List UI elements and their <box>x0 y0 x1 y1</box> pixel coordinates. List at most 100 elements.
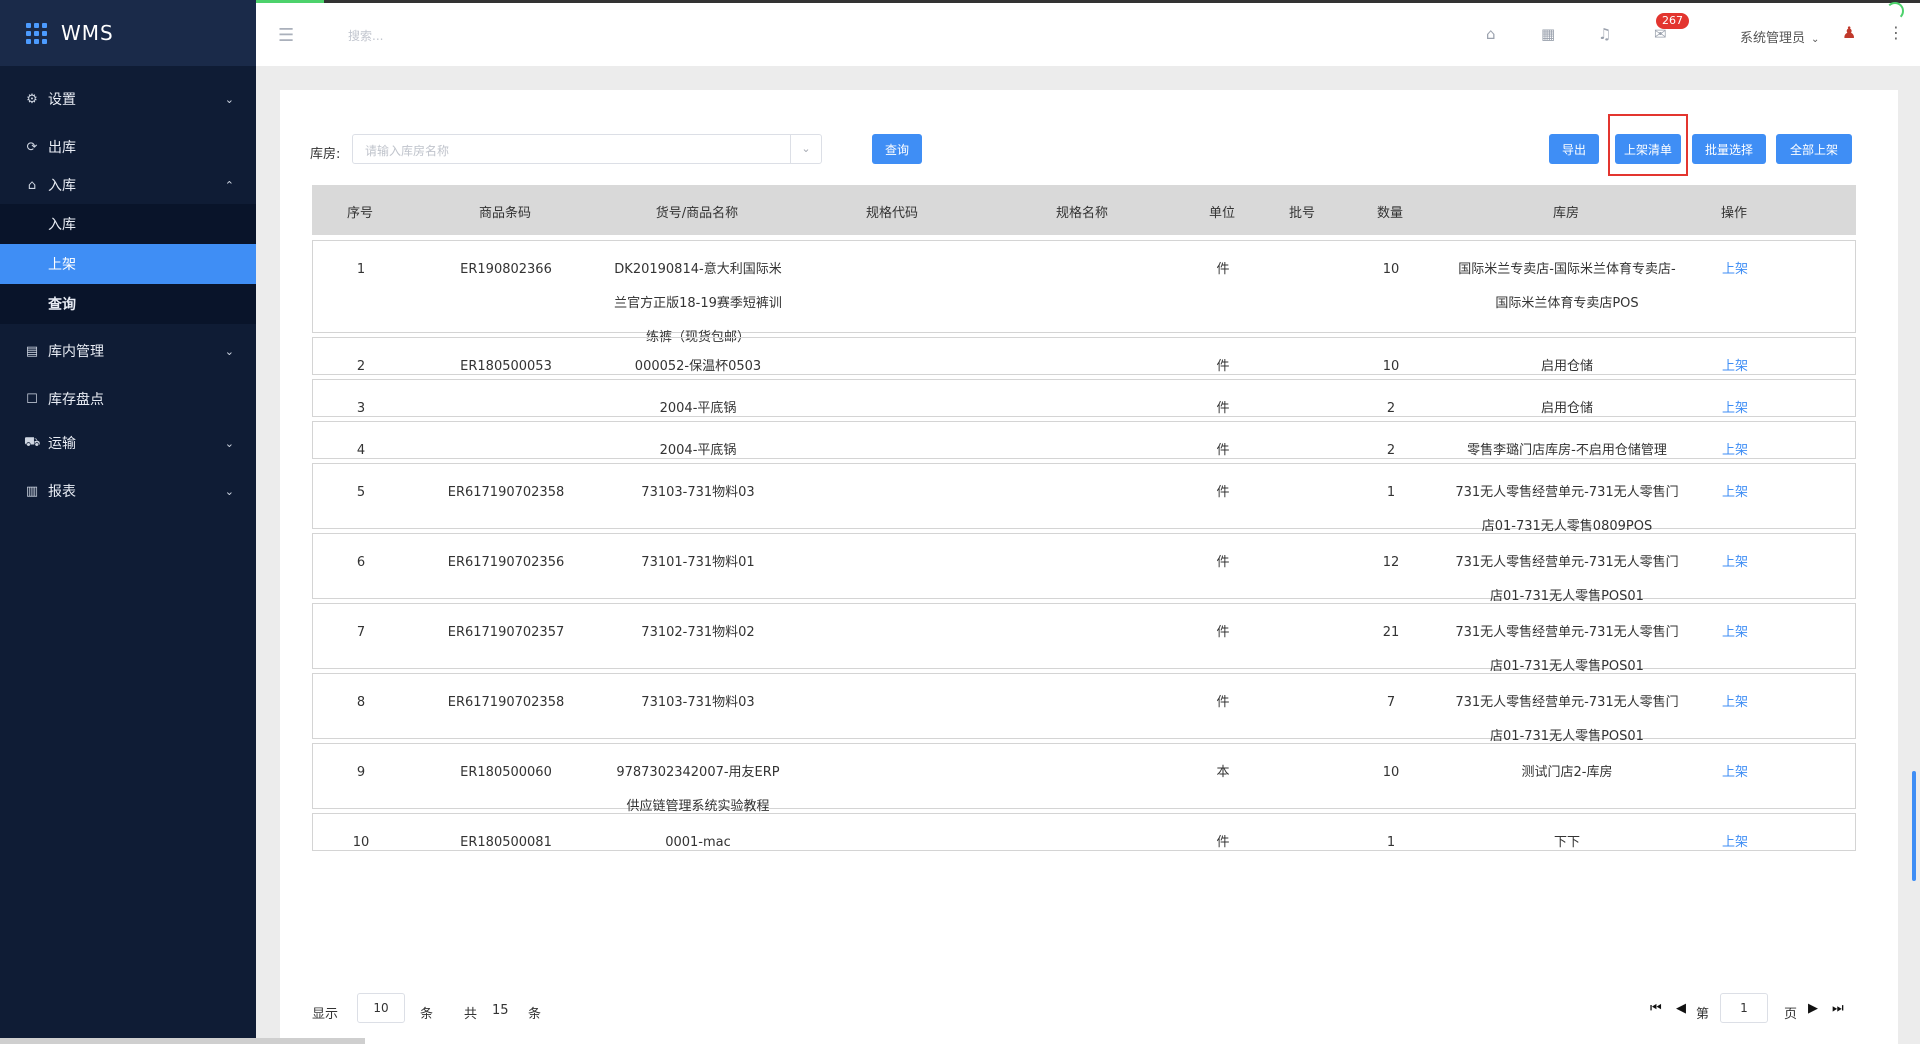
shelve-all-button[interactable]: 全部上架 <box>1776 134 1852 164</box>
export-button[interactable]: 导出 <box>1549 134 1599 164</box>
avatar[interactable]: ♟ <box>1842 23 1856 42</box>
cell-no: 6 <box>356 555 366 570</box>
scrollbar-thumb[interactable] <box>1912 771 1916 881</box>
sidebar-item-inbound[interactable]: ⌂ 入库 ⌃ <box>0 166 256 204</box>
cell-name: 73102-731物料02 <box>641 625 755 640</box>
total-unit: 条 <box>528 1007 542 1022</box>
user-menu[interactable]: 系统管理员 ⌄ <box>1740 27 1819 46</box>
home-icon[interactable]: ⌂ <box>1486 25 1496 43</box>
page-size-input[interactable]: 10 <box>357 993 405 1023</box>
cell-barcode: ER180500060 <box>460 765 552 780</box>
cell-no: 9 <box>356 765 366 780</box>
cell-name: 73101-731物料01 <box>641 555 755 570</box>
cell-barcode: ER617190702357 <box>447 625 565 640</box>
loading-spinner-icon <box>1886 2 1904 20</box>
bar-chart-icon: ▥ <box>25 483 39 499</box>
export-icon: ⟳ <box>26 139 38 155</box>
sidebar-item-label: 库内管理 <box>48 344 104 360</box>
more-vertical-icon[interactable]: ⋮ <box>1888 23 1904 42</box>
grid-icon[interactable]: ▦ <box>1541 25 1555 43</box>
table-row: 2 ER180500053 000052-保温杯0503 件 10 启用仓储 上架 <box>312 337 1856 375</box>
table-row: 6 ER617190702356 73101-731物料01 件 12 731无人零售经营… <box>312 533 1856 604</box>
cell-unit: 件 <box>1216 262 1230 277</box>
cell-qty: 12 <box>1382 555 1400 570</box>
cell-barcode: ER617190702358 <box>447 695 565 710</box>
total-label: 共 <box>464 1007 478 1022</box>
sidebar-item-label: 出库 <box>48 140 76 156</box>
col-header-qty: 数量 <box>1376 206 1403 221</box>
warehouse-select[interactable]: 请输入库房名称 ⌄ <box>352 134 822 164</box>
highlight-box <box>1608 114 1688 176</box>
cell-name: 73103-731物料03 <box>641 695 755 710</box>
page-size-unit: 条 <box>420 1007 434 1022</box>
sidebar-item-label: 报表 <box>48 484 76 500</box>
query-button[interactable]: 查询 <box>872 134 922 164</box>
cell-no: 5 <box>356 485 366 500</box>
cell-qty: 21 <box>1382 625 1400 640</box>
col-header-batch: 批号 <box>1288 206 1315 221</box>
last-page-icon[interactable]: ⏭ <box>1832 1001 1844 1016</box>
warehouse-icon: ▤ <box>25 343 39 359</box>
chevron-up-icon: ⌃ <box>224 178 234 192</box>
cell-name: 0001-mac <box>665 835 731 850</box>
table-row: 5 ER617190702358 73103-731物料03 件 1 731无人零售经营单… <box>312 463 1856 534</box>
page-unit: 页 <box>1784 1007 1798 1022</box>
logo[interactable]: WMS <box>0 0 256 66</box>
shelve-link[interactable]: 上架 <box>1685 686 1785 720</box>
col-header-spec-code: 规格代码 <box>865 206 918 221</box>
sidebar-item-label: 入库 <box>48 178 76 194</box>
table-row: 10 ER180500081 0001-mac 件 1 下下 上架 <box>312 813 1856 851</box>
page-number-input[interactable]: 1 <box>1720 993 1768 1023</box>
chevron-down-icon[interactable]: ⌄ <box>790 135 821 163</box>
shelve-link[interactable]: 上架 <box>1685 546 1785 580</box>
cell-no: 8 <box>356 695 366 710</box>
pagination: 显示 10 条 共 15 条 ⏮ ◀ 第 1 页 ▶ ⏭ <box>312 987 1856 1037</box>
col-header-spec-name: 规格名称 <box>1055 206 1108 221</box>
sidebar-subitem-shelve[interactable]: 上架 <box>0 244 256 284</box>
page-size-label: 显示 <box>312 1007 339 1022</box>
cell-unit: 本 <box>1216 765 1230 780</box>
content-card: 库房: 请输入库房名称 ⌄ 查询 导出 上架清单 批量选择 全部上架 序号 商品… <box>280 90 1898 1044</box>
gear-icon: ⚙ <box>26 91 38 107</box>
first-page-icon[interactable]: ⏮ <box>1650 1001 1662 1016</box>
prev-page-icon[interactable]: ◀ <box>1676 1001 1686 1016</box>
sidebar-subitem-query[interactable]: 查询 <box>0 284 256 324</box>
sidebar-item-transport[interactable]: ⛟ 运输 ⌄ <box>0 424 256 462</box>
table-row: 4 2004-平底锅件 2 零售李璐门店库房-不启用仓储管理 上架 <box>312 421 1856 459</box>
horizontal-scrollbar[interactable] <box>0 1038 365 1044</box>
menu-toggle-icon[interactable]: ☰ <box>278 25 294 46</box>
cell-no: 1 <box>356 262 366 277</box>
table-row: 9 ER180500060 9787302342007-用友ERP供应链管理系统实验… <box>312 743 1856 814</box>
sidebar-subitem-inbound[interactable]: 入库 <box>0 204 256 244</box>
top-header: ☰ 搜索... ⌂ ▦ ♫ ✉ 267 系统管理员 ⌄ ♟ ⋮ <box>256 0 1920 66</box>
shelve-link[interactable]: 上架 <box>1685 826 1785 860</box>
apps-grid-icon <box>26 22 47 44</box>
search-input[interactable]: 搜索... <box>348 27 383 44</box>
total-count: 15 <box>492 1003 509 1018</box>
shelve-link[interactable]: 上架 <box>1685 616 1785 650</box>
sidebar-item-outbound[interactable]: ⟳ 出库 <box>0 128 256 166</box>
cell-barcode: ER617190702358 <box>447 485 565 500</box>
cell-barcode: ER190802366 <box>460 262 552 277</box>
shelve-link[interactable]: 上架 <box>1685 756 1785 790</box>
shelve-link[interactable]: 上架 <box>1685 476 1785 510</box>
chevron-down-icon: ⌄ <box>224 436 234 450</box>
cell-unit: 件 <box>1216 835 1230 850</box>
sidebar-item-stocktake[interactable]: ☐ 库存盘点 <box>0 380 256 418</box>
sidebar-item-in-warehouse[interactable]: ▤ 库内管理 ⌄ <box>0 332 256 370</box>
table-row: 7 ER617190702357 73102-731物料02 件 21 731无人零售经营… <box>312 603 1856 674</box>
cell-unit: 件 <box>1216 625 1230 640</box>
col-header-name: 货号/商品名称 <box>655 206 739 221</box>
truck-icon: ⛟ <box>24 434 41 450</box>
page-scrollbar[interactable] <box>1910 66 1920 1044</box>
bell-icon[interactable]: ♫ <box>1598 25 1611 43</box>
next-page-icon[interactable]: ▶ <box>1808 1001 1818 1016</box>
sidebar-item-reports[interactable]: ▥ 报表 ⌄ <box>0 472 256 510</box>
app-title: WMS <box>61 21 114 45</box>
cell-no: 10 <box>352 835 370 850</box>
batch-select-button[interactable]: 批量选择 <box>1692 134 1766 164</box>
chevron-down-icon: ⌄ <box>224 484 234 498</box>
sidebar-item-settings[interactable]: ⚙ 设置 ⌄ <box>0 80 256 118</box>
shelve-link[interactable]: 上架 <box>1685 253 1785 287</box>
cell-warehouse: 下下 <box>1553 835 1580 850</box>
